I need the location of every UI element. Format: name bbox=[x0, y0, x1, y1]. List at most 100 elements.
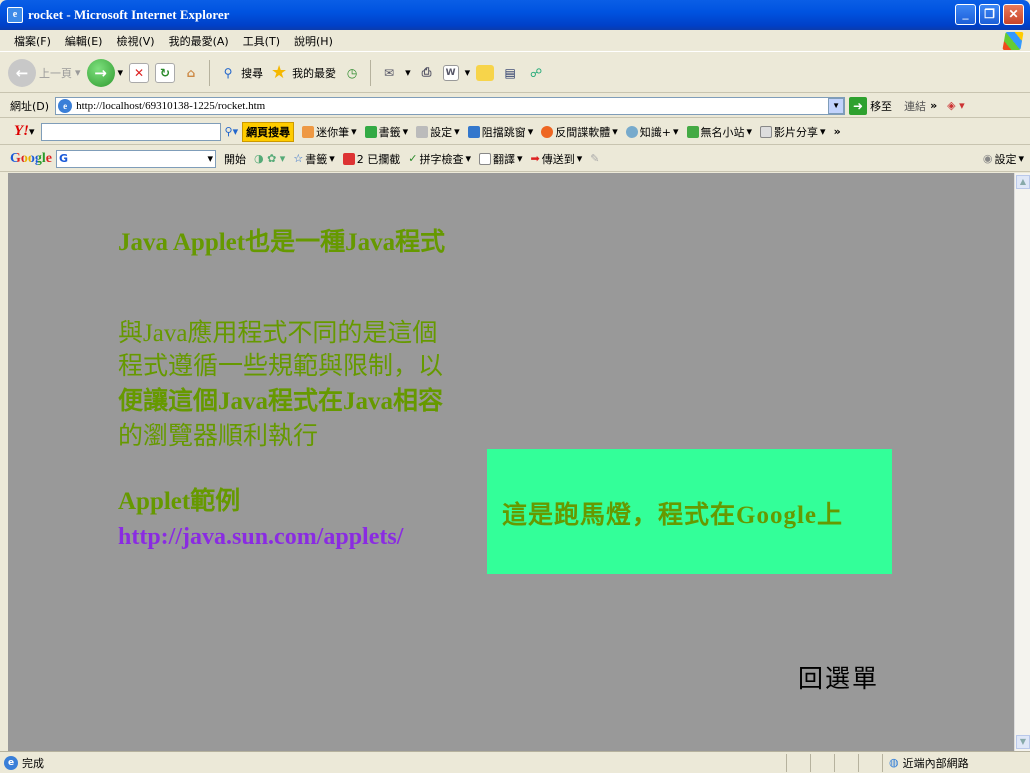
chevron-down-icon[interactable]: ▾ bbox=[207, 152, 213, 165]
stop-icon[interactable]: ✕ bbox=[129, 62, 150, 83]
forward-button[interactable]: → ▾ bbox=[86, 58, 123, 87]
go-button[interactable]: ➜ 移至 bbox=[849, 96, 893, 115]
scroll-up-icon[interactable]: ▲ bbox=[1016, 175, 1030, 189]
knowledge-icon bbox=[625, 125, 638, 138]
back-label: 上一頁 bbox=[39, 66, 72, 80]
menu-bar: 檔案(F) 編輯(E) 檢視(V) 我的最愛(A) 工具(T) 說明(H) bbox=[0, 30, 1030, 52]
mail-icon[interactable]: ✉ bbox=[379, 63, 399, 83]
close-button[interactable]: ✕ bbox=[1003, 4, 1024, 25]
yahoo-item-video[interactable]: 影片分享 ▾ bbox=[760, 124, 826, 140]
description-line-2: 程式遵循一些規範與限制，以 bbox=[118, 353, 444, 380]
settings-icon bbox=[416, 125, 429, 138]
status-cell bbox=[834, 753, 858, 772]
history-icon[interactable]: ◷ bbox=[342, 63, 362, 83]
windows-logo-icon bbox=[1002, 32, 1024, 50]
intranet-icon: ◍ bbox=[889, 756, 899, 769]
title-bar: e rocket - Microsoft Internet Explorer _… bbox=[0, 0, 1030, 30]
yahoo-item-mini[interactable]: 迷你筆 ▾ bbox=[302, 124, 357, 140]
refresh-icon[interactable]: ↻ bbox=[155, 62, 176, 83]
description-line-3: 便讓這個Java程式在Java相容 bbox=[118, 388, 444, 415]
menu-tools[interactable]: 工具(T) bbox=[243, 33, 280, 49]
google-spellcheck[interactable]: ✓ 拼字檢查 ▾ bbox=[408, 151, 471, 167]
security-zone: ◍ 近端內部網路 bbox=[882, 753, 1030, 772]
window-title: rocket - Microsoft Internet Explorer bbox=[28, 7, 230, 22]
google-bookmarks[interactable]: ☆ 書籤 ▾ bbox=[293, 151, 334, 167]
google-logo[interactable]: Google bbox=[10, 151, 52, 167]
translate-icon bbox=[479, 152, 491, 165]
go-arrow-icon: ➜ bbox=[849, 96, 868, 115]
magnifier-icon[interactable]: ⚲▾ bbox=[225, 125, 239, 138]
yahoo-logo[interactable]: Y! bbox=[14, 123, 29, 140]
research-icon[interactable]: ▤ bbox=[500, 63, 520, 83]
edit-icon[interactable]: W bbox=[442, 64, 459, 81]
separator bbox=[370, 59, 372, 86]
google-go-button[interactable]: 開始 bbox=[224, 151, 246, 167]
menu-help[interactable]: 說明(H) bbox=[294, 33, 333, 49]
address-bar: 網址(D) e http://localhost/69310138-1225/r… bbox=[0, 94, 1030, 118]
google-settings-button[interactable]: ◉ 設定 ▾ bbox=[983, 151, 1024, 167]
google-news-icon[interactable]: ◑ ✿ ▾ bbox=[254, 152, 285, 165]
forward-arrow-icon: → bbox=[86, 58, 115, 87]
links-more[interactable]: » bbox=[930, 99, 937, 112]
google-toolbar: Google G ▾ 開始 ◑ ✿ ▾ ☆ 書籤 ▾ 2 已攔截 ✓ 拼字檢查 ▾ 翻… bbox=[0, 146, 1030, 172]
status-cell bbox=[786, 753, 810, 772]
address-input[interactable]: e http://localhost/69310138-1225/rocket.… bbox=[55, 96, 846, 115]
yahoo-item-spyware[interactable]: 反間諜軟體 ▾ bbox=[541, 124, 618, 140]
home-icon[interactable]: ⌂ bbox=[181, 63, 201, 83]
yahoo-item-knowledge[interactable]: 知識+ ▾ bbox=[625, 124, 679, 140]
spellcheck-icon: ✓ bbox=[408, 152, 418, 165]
yahoo-toolbar: Y! ▾ ⚲▾ 網頁搜尋 迷你筆 ▾ 書籤 ▾ 設定 ▾ 阻擋跳窗 ▾ 反間諜軟… bbox=[0, 119, 1030, 145]
messenger-icon[interactable]: ☍ bbox=[526, 63, 546, 83]
menu-view[interactable]: 檢視(V) bbox=[116, 33, 154, 49]
links-button[interactable]: 連結 bbox=[904, 98, 926, 114]
yahoo-more[interactable]: » bbox=[834, 125, 841, 138]
yahoo-item-bookmark[interactable]: 書籤 ▾ bbox=[364, 124, 408, 140]
settings-icon: ◉ bbox=[982, 152, 993, 165]
maximize-button[interactable]: ❐ bbox=[979, 4, 1000, 25]
vertical-scrollbar[interactable]: ▲ ▼ bbox=[1014, 173, 1030, 751]
search-button[interactable]: ⚲ 搜尋 bbox=[218, 63, 263, 83]
popup-block-icon bbox=[342, 152, 355, 165]
address-label: 網址(D) bbox=[10, 99, 50, 113]
bookmark-icon bbox=[364, 125, 377, 138]
back-arrow-icon: ← bbox=[8, 58, 36, 87]
yahoo-search-input[interactable] bbox=[40, 122, 221, 141]
status-cell bbox=[858, 753, 882, 772]
folder-icon[interactable] bbox=[476, 64, 495, 81]
shield-icon bbox=[541, 125, 554, 138]
google-send-to[interactable]: ➡ 傳送到 ▾ bbox=[531, 151, 583, 167]
chevron-down-icon[interactable]: ▼ bbox=[828, 97, 845, 114]
print-icon[interactable]: ⎙ bbox=[417, 63, 437, 83]
google-search-input[interactable]: G ▾ bbox=[56, 149, 216, 168]
page-icon: e bbox=[58, 98, 73, 113]
minimize-button[interactable]: _ bbox=[955, 4, 976, 25]
search-icon: ⚲ bbox=[223, 65, 233, 80]
status-text: 完成 bbox=[22, 756, 44, 770]
back-to-menu-link[interactable]: 回選單 bbox=[798, 659, 879, 695]
marquee-applet: 這是跑馬燈，程式在Google上 bbox=[487, 449, 892, 574]
wretch-icon bbox=[686, 125, 699, 138]
google-translate[interactable]: 翻譯 ▾ bbox=[479, 151, 523, 167]
scroll-down-icon[interactable]: ▼ bbox=[1016, 735, 1030, 749]
example-link[interactable]: http://java.sun.com/applets/ bbox=[118, 524, 403, 551]
popup-block-icon bbox=[467, 125, 480, 138]
description-line-4: 的瀏覽器順利執行 bbox=[118, 423, 319, 450]
yahoo-item-settings[interactable]: 設定 ▾ bbox=[416, 124, 460, 140]
google-popup-blocked[interactable]: 2 已攔截 bbox=[342, 151, 400, 167]
menu-favorites[interactable]: 我的最愛(A) bbox=[169, 33, 229, 49]
web-search-button[interactable]: 網頁搜尋 bbox=[242, 121, 295, 142]
ie-icon: e bbox=[7, 7, 23, 23]
page-content: Java Applet也是一種Java程式 與Java應用程式不同的是這個 程式… bbox=[8, 173, 1014, 751]
video-icon bbox=[760, 125, 773, 138]
yahoo-item-wretch[interactable]: 無名小站 ▾ bbox=[686, 124, 752, 140]
addon-icon[interactable]: ◈ ▾ bbox=[947, 99, 964, 112]
menu-file[interactable]: 檔案(F) bbox=[14, 33, 51, 49]
yahoo-item-popup[interactable]: 阻擋跳窗 ▾ bbox=[467, 124, 533, 140]
back-button[interactable]: ← 上一頁 ▾ bbox=[8, 58, 81, 87]
pen-icon[interactable]: ✎ bbox=[590, 152, 599, 165]
page-icon: e bbox=[4, 755, 18, 770]
menu-edit[interactable]: 編輯(E) bbox=[65, 33, 103, 49]
favorites-button[interactable]: ★ 我的最愛 bbox=[269, 62, 336, 83]
marquee-text: 這是跑馬燈，程式在Google上 bbox=[502, 502, 843, 529]
go-label: 移至 bbox=[870, 99, 893, 113]
